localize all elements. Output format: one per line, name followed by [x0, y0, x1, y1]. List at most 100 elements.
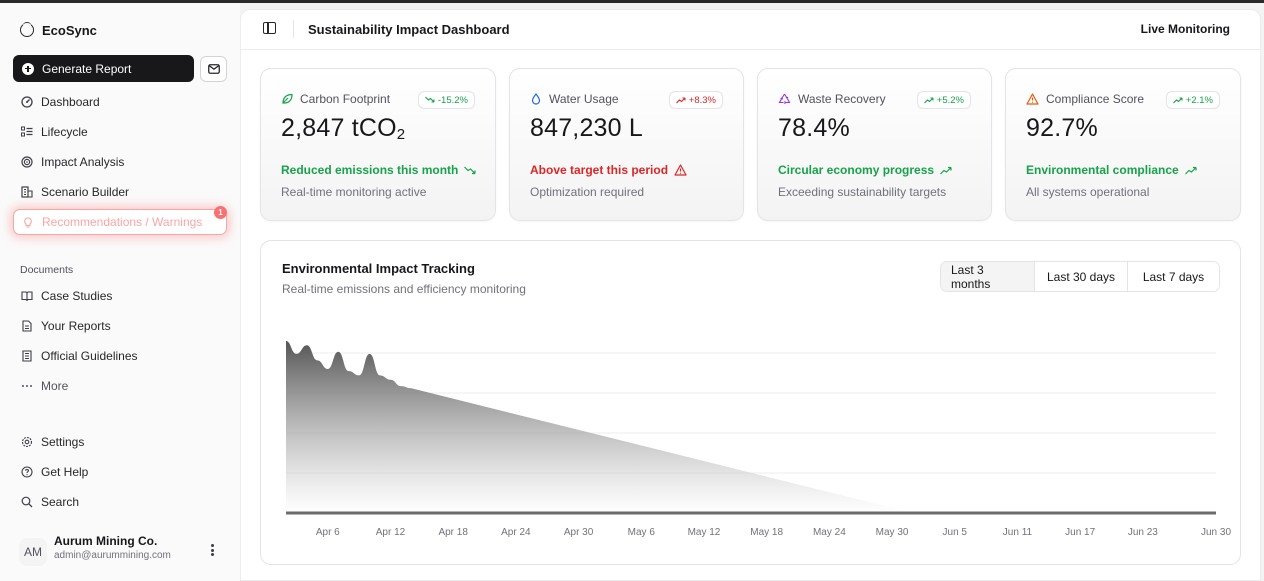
mail-icon: [207, 64, 220, 74]
inbox-button[interactable]: [200, 56, 227, 82]
x-tick-label: Apr 12: [376, 527, 406, 538]
trend-down-icon: [425, 96, 435, 103]
metric-card-compliance: Compliance Score 92.7% +2.1% Environment…: [1005, 68, 1241, 221]
area-series: [286, 341, 1216, 513]
avatar: AM: [19, 538, 47, 566]
recycle-icon: [778, 93, 791, 105]
help-icon: [21, 466, 33, 478]
documents-section-label: Documents: [20, 264, 74, 276]
nav-scenario-builder[interactable]: Scenario Builder: [13, 179, 227, 205]
nav-label: Settings: [41, 435, 85, 449]
nav-label: Dashboard: [41, 95, 100, 109]
nav-dashboard[interactable]: Dashboard: [13, 89, 227, 115]
plus-circle-icon: [22, 62, 34, 75]
metric-status: Reduced emissions this month: [281, 163, 476, 177]
lifecycle-icon: [21, 126, 33, 138]
nav-get-help[interactable]: Get Help: [13, 459, 227, 485]
nav-your-reports[interactable]: Your Reports: [13, 313, 227, 339]
nav-label: Get Help: [41, 465, 89, 479]
nav-label: Recommendations / Warnings: [42, 215, 203, 229]
nav-case-studies[interactable]: Case Studies: [13, 283, 227, 309]
metric-status: Above target this period: [530, 163, 687, 177]
metric-label: Compliance Score: [1026, 92, 1144, 106]
nav-official-guidelines[interactable]: Official Guidelines: [13, 343, 227, 369]
metric-value: 78.4%: [778, 114, 850, 142]
metric-status: Environmental compliance: [1026, 163, 1197, 177]
trend-up-icon: [923, 97, 934, 104]
trend-badge: +5.2%: [916, 91, 971, 109]
x-tick-label: May 12: [688, 527, 721, 538]
warning-count-badge: 1: [214, 206, 227, 219]
metric-status: Circular economy progress: [778, 163, 952, 177]
warning-triangle-icon: [1026, 93, 1039, 105]
metric-label: Waste Recovery: [778, 92, 886, 106]
user-name: Aurum Mining Co.: [54, 534, 158, 548]
metric-card-carbon: Carbon Footprint 2,847 tCO2 -15.2% Reduc…: [260, 68, 496, 221]
metric-value: 2,847 tCO2: [281, 114, 406, 143]
metric-subtitle: Exceeding sustainability targets: [778, 185, 947, 199]
x-tick-label: Apr 24: [501, 527, 531, 538]
trend-badge: +8.3%: [668, 91, 723, 109]
document-icon: [21, 350, 33, 362]
warning-triangle-icon: [674, 164, 687, 176]
trend-up-icon: [1184, 166, 1197, 174]
sidebar-toggle-icon[interactable]: [263, 22, 276, 34]
x-tick-label: Jun 23: [1128, 527, 1158, 538]
main-panel: Sustainability Impact Dashboard Live Mon…: [240, 9, 1261, 581]
nav-settings[interactable]: Settings: [13, 429, 227, 455]
x-tick-label: Jun 11: [1003, 527, 1033, 538]
metric-subtitle: Real-time monitoring active: [281, 185, 427, 199]
area-chart: Apr 6 Apr 12 Apr 18 Apr 24 Apr 30 May 6 May 12…: [286, 341, 1231, 538]
report-icon: [21, 320, 33, 332]
x-tick-label: Apr 18: [438, 527, 468, 538]
x-tick-label: May 30: [876, 527, 909, 538]
page-title: Sustainability Impact Dashboard: [308, 22, 510, 37]
nav-recommendations-warnings[interactable]: Recommendations / Warnings 1: [13, 206, 227, 235]
x-tick-label: Jun 17: [1065, 527, 1095, 538]
more-icon: [21, 380, 33, 392]
live-monitoring-label: Live Monitoring: [1140, 22, 1230, 36]
x-tick-label: Jun 30: [1201, 527, 1231, 538]
building-icon: [21, 186, 33, 198]
search-icon: [21, 496, 33, 508]
user-email: admin@aurummining.com: [54, 550, 171, 561]
x-tick-label: May 24: [813, 527, 846, 538]
nav-label: Official Guidelines: [41, 349, 138, 363]
trend-up-icon: [940, 166, 952, 174]
x-tick-label: Apr 30: [564, 527, 594, 538]
header-divider: [293, 20, 294, 38]
kebab-menu-icon[interactable]: [211, 544, 215, 556]
metric-label: Carbon Footprint: [281, 92, 390, 106]
x-tick-label: Jun 5: [943, 527, 968, 538]
generate-report-button[interactable]: Generate Report: [13, 55, 194, 82]
header: Sustainability Impact Dashboard Live Mon…: [241, 10, 1260, 50]
nav-label: More: [41, 379, 69, 393]
impact-tracking-card: Environmental Impact Tracking Real-time …: [260, 240, 1241, 565]
metric-value: 847,230 L: [530, 114, 644, 142]
gear-icon: [21, 436, 33, 448]
metric-subtitle: All systems operational: [1026, 185, 1150, 199]
nav-label: Impact Analysis: [41, 155, 125, 169]
nav-search[interactable]: Search: [13, 489, 227, 515]
metric-subtitle: Optimization required: [530, 185, 645, 199]
nav-more[interactable]: More: [13, 373, 227, 399]
book-icon: [21, 290, 33, 302]
nav-label: Scenario Builder: [41, 185, 130, 199]
user-menu[interactable]: AM Aurum Mining Co. admin@aurummining.co…: [13, 532, 227, 568]
droplet-icon: [531, 93, 541, 105]
trend-badge: -15.2%: [417, 91, 475, 109]
sidebar: EcoSync Generate Report Dashboard Lifecy…: [0, 3, 240, 581]
generate-report-label: Generate Report: [42, 61, 132, 76]
metric-card-waste: Waste Recovery 78.4% +5.2% Circular econ…: [757, 68, 992, 221]
brand[interactable]: EcoSync: [20, 20, 97, 40]
target-icon: [21, 156, 33, 168]
nav-label: Lifecycle: [41, 125, 88, 139]
trend-up-icon: [1172, 97, 1183, 104]
app-name: EcoSync: [42, 22, 97, 38]
metric-card-water: Water Usage 847,230 L +8.3% Above target…: [509, 68, 744, 221]
x-tick-label: May 6: [628, 527, 656, 538]
metric-label: Water Usage: [530, 92, 619, 106]
nav-lifecycle[interactable]: Lifecycle: [13, 119, 227, 145]
nav-impact-analysis[interactable]: Impact Analysis: [13, 149, 227, 175]
nav-label: Search: [41, 495, 80, 509]
